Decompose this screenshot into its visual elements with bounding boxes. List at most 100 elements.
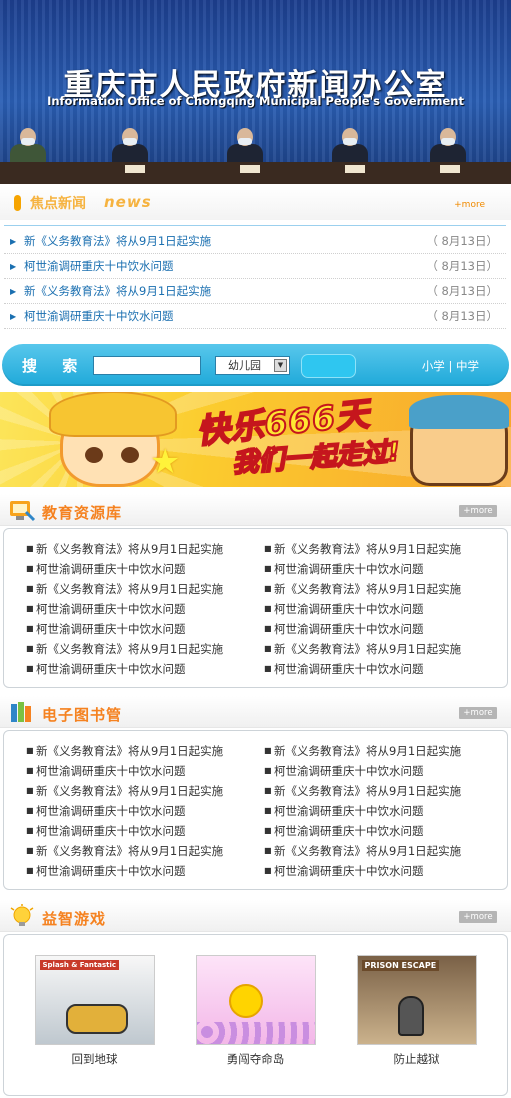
news-item-date: （ 8月13日） [426, 284, 498, 298]
list-item-text[interactable]: 新《义务教育法》将从9月1日起实施 [36, 582, 223, 596]
list-item[interactable]: ■ 柯世渝调研重庆十中饮水问题 [264, 801, 424, 821]
edu-header: 教育资源库 +more [0, 494, 511, 526]
game-name[interactable]: 勇闯夺命岛 [193, 1051, 318, 1067]
list-item-text[interactable]: 新《义务教育法》将从9月1日起实施 [274, 542, 461, 556]
game-thumbnail[interactable] [195, 955, 316, 1045]
game-thumbnail[interactable]: PRISON ESCAPE [356, 955, 477, 1045]
search-input[interactable] [93, 356, 201, 375]
list-item-text[interactable]: 柯世渝调研重庆十中饮水问题 [274, 622, 424, 636]
library-more-button[interactable]: +more [459, 707, 497, 719]
list-item-text[interactable]: 柯世渝调研重庆十中饮水问题 [36, 764, 186, 778]
news-item-text[interactable]: 新《义务教育法》将从9月1日起实施 [24, 284, 211, 298]
news-more-link[interactable]: +more [454, 200, 485, 210]
list-item[interactable]: ■ 新《义务教育法》将从9月1日起实施 [264, 579, 461, 599]
news-item-text[interactable]: 柯世渝调研重庆十中饮水问题 [24, 259, 174, 273]
bullet-icon: ■ [264, 786, 272, 795]
list-item[interactable]: ■ 柯世渝调研重庆十中饮水问题 [26, 861, 186, 881]
list-item[interactable]: ■ 新《义务教育法》将从9月1日起实施 [26, 539, 223, 559]
search-bar: 搜 索 幼儿园 ▼ 小学 | 中学 [2, 344, 509, 386]
news-item[interactable]: ▶ 柯世渝调研重庆十中饮水问题 （ 8月13日） [4, 254, 506, 279]
news-item[interactable]: ▶ 新《义务教育法》将从9月1日起实施 （ 8月13日） [4, 279, 506, 304]
list-item[interactable]: ■ 柯世渝调研重庆十中饮水问题 [26, 801, 186, 821]
list-item-text[interactable]: 柯世渝调研重庆十中饮水问题 [274, 764, 424, 778]
list-item-text[interactable]: 新《义务教育法》将从9月1日起实施 [274, 844, 461, 858]
list-item-text[interactable]: 柯世渝调研重庆十中饮水问题 [274, 602, 424, 616]
header-title-en: Information Office of Chongqing Municipa… [47, 94, 464, 108]
list-item[interactable]: ■ 新《义务教育法》将从9月1日起实施 [264, 841, 461, 861]
list-item[interactable]: ■ 柯世渝调研重庆十中饮水问题 [26, 619, 186, 639]
games-more-button[interactable]: +more [459, 911, 497, 923]
list-item[interactable]: ■ 柯世渝调研重庆十中饮水问题 [26, 761, 186, 781]
list-item-text[interactable]: 柯世渝调研重庆十中饮水问题 [36, 824, 186, 838]
list-item-text[interactable]: 柯世渝调研重庆十中饮水问题 [274, 864, 424, 878]
list-item[interactable]: ■ 新《义务教育法》将从9月1日起实施 [26, 781, 223, 801]
list-item[interactable]: ■ 柯世渝调研重庆十中饮水问题 [264, 821, 424, 841]
list-item[interactable]: ■ 柯世渝调研重庆十中饮水问题 [264, 599, 424, 619]
game-card[interactable]: Splash & Fantastic 回到地球 [32, 955, 157, 1067]
list-item[interactable]: ■ 柯世渝调研重庆十中饮水问题 [264, 761, 424, 781]
list-item[interactable]: ■ 柯世渝调研重庆十中饮水问题 [264, 659, 424, 679]
promo-banner[interactable]: ★ 快乐666天 我们一起走过! [0, 392, 511, 487]
bullet-icon: ■ [264, 624, 272, 633]
news-item[interactable]: ▶ 新《义务教育法》将从9月1日起实施 （ 8月13日） [4, 229, 506, 254]
list-item-text[interactable]: 新《义务教育法》将从9月1日起实施 [36, 542, 223, 556]
game-name[interactable]: 防止越狱 [354, 1051, 479, 1067]
nameplate [125, 165, 145, 173]
cartoon-boy-image [409, 395, 509, 486]
cartoon-girl-image [49, 392, 177, 487]
list-item[interactable]: ■ 柯世渝调研重庆十中饮水问题 [264, 619, 424, 639]
list-item[interactable]: ■ 新《义务教育法》将从9月1日起实施 [264, 741, 461, 761]
bullet-icon: ■ [26, 766, 34, 775]
monitor-icon [10, 501, 36, 522]
list-item[interactable]: ■ 柯世渝调研重庆十中饮水问题 [26, 559, 186, 579]
list-item[interactable]: ■ 柯世渝调研重庆十中饮水问题 [264, 861, 424, 881]
list-item[interactable]: ■ 新《义务教育法》将从9月1日起实施 [264, 781, 461, 801]
list-item-text[interactable]: 柯世渝调研重庆十中饮水问题 [36, 864, 186, 878]
news-item-text[interactable]: 新《义务教育法》将从9月1日起实施 [24, 234, 211, 248]
list-item-text[interactable]: 柯世渝调研重庆十中饮水问题 [36, 804, 186, 818]
bullet-icon: ■ [264, 604, 272, 613]
list-item-text[interactable]: 柯世渝调研重庆十中饮水问题 [274, 562, 424, 576]
list-item[interactable]: ■ 新《义务教育法》将从9月1日起实施 [264, 539, 461, 559]
search-quick-links[interactable]: 小学 | 中学 [422, 358, 479, 374]
list-item[interactable]: ■ 新《义务教育法》将从9月1日起实施 [26, 639, 223, 659]
list-item-text[interactable]: 新《义务教育法》将从9月1日起实施 [36, 744, 223, 758]
list-item[interactable]: ■ 柯世渝调研重庆十中饮水问题 [26, 821, 186, 841]
bullet-icon: ■ [264, 544, 272, 553]
search-button[interactable] [301, 354, 356, 378]
list-item-text[interactable]: 柯世渝调研重庆十中饮水问题 [36, 662, 186, 676]
news-item-text[interactable]: 柯世渝调研重庆十中饮水问题 [24, 309, 174, 323]
list-item-text[interactable]: 新《义务教育法》将从9月1日起实施 [36, 642, 223, 656]
list-item-text[interactable]: 柯世渝调研重庆十中饮水问题 [274, 662, 424, 676]
list-item-text[interactable]: 新《义务教育法》将从9月1日起实施 [274, 642, 461, 656]
list-item-text[interactable]: 柯世渝调研重庆十中饮水问题 [36, 622, 186, 636]
edu-more-button[interactable]: +more [459, 505, 497, 517]
category-select[interactable]: 幼儿园 ▼ [215, 356, 290, 375]
game-card[interactable]: PRISON ESCAPE 防止越狱 [354, 955, 479, 1067]
list-item[interactable]: ■ 新《义务教育法》将从9月1日起实施 [26, 741, 223, 761]
list-item-text[interactable]: 柯世渝调研重庆十中饮水问题 [36, 602, 186, 616]
news-item[interactable]: ▶ 柯世渝调研重庆十中饮水问题 （ 8月13日） [4, 304, 506, 329]
games-panel: Splash & Fantastic 回到地球 勇闯夺命岛 PRISON ESC… [3, 934, 508, 1096]
list-item-text[interactable]: 柯世渝调研重庆十中饮水问题 [36, 562, 186, 576]
game-thumb-title: Splash & Fantastic [39, 960, 120, 970]
chevron-down-icon[interactable]: ▼ [274, 359, 287, 372]
edu-title: 教育资源库 [42, 504, 123, 522]
list-item[interactable]: ■ 新《义务教育法》将从9月1日起实施 [264, 639, 461, 659]
arrow-right-icon: ▶ [10, 287, 17, 296]
list-item-text[interactable]: 新《义务教育法》将从9月1日起实施 [274, 784, 461, 798]
list-item[interactable]: ■ 柯世渝调研重庆十中饮水问题 [264, 559, 424, 579]
list-item-text[interactable]: 新《义务教育法》将从9月1日起实施 [274, 744, 461, 758]
list-item-text[interactable]: 柯世渝调研重庆十中饮水问题 [274, 824, 424, 838]
list-item-text[interactable]: 新《义务教育法》将从9月1日起实施 [274, 582, 461, 596]
list-item-text[interactable]: 柯世渝调研重庆十中饮水问题 [274, 804, 424, 818]
list-item-text[interactable]: 新《义务教育法》将从9月1日起实施 [36, 784, 223, 798]
list-item[interactable]: ■ 柯世渝调研重庆十中饮水问题 [26, 659, 186, 679]
game-card[interactable]: 勇闯夺命岛 [193, 955, 318, 1067]
list-item[interactable]: ■ 新《义务教育法》将从9月1日起实施 [26, 841, 223, 861]
list-item[interactable]: ■ 柯世渝调研重庆十中饮水问题 [26, 599, 186, 619]
game-thumbnail[interactable]: Splash & Fantastic [34, 955, 155, 1045]
list-item[interactable]: ■ 新《义务教育法》将从9月1日起实施 [26, 579, 223, 599]
list-item-text[interactable]: 新《义务教育法》将从9月1日起实施 [36, 844, 223, 858]
game-name[interactable]: 回到地球 [32, 1051, 157, 1067]
